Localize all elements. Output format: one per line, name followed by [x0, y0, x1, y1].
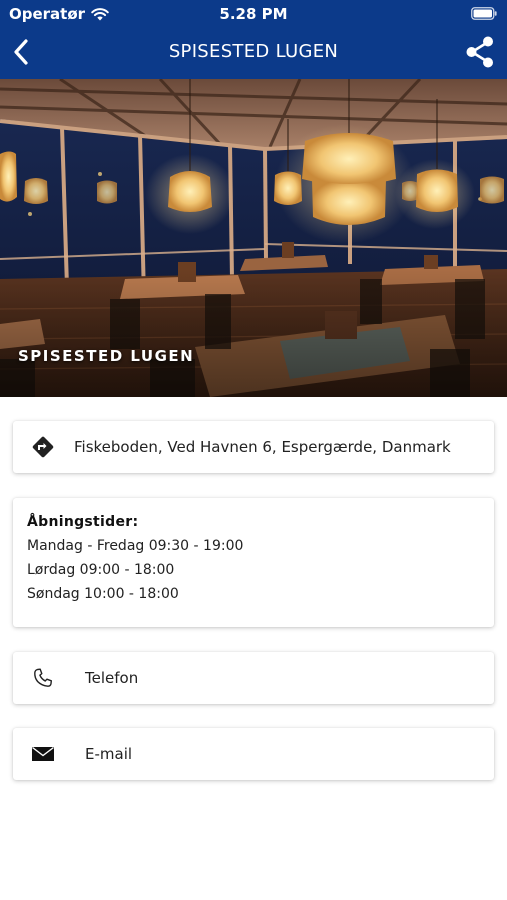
- page-title: SPISESTED LUGEN: [168, 41, 339, 62]
- navigation-bar: SPISESTED LUGEN: [0, 30, 507, 76]
- hero-caption: SPISESTED LUGEN: [18, 347, 195, 365]
- app-header: Operatør 5.28 PM SPISESTED LUGEN: [0, 0, 507, 79]
- email-label: E-mail: [85, 745, 133, 763]
- status-bar: Operatør 5.28 PM: [0, 0, 507, 30]
- battery-icon: [471, 7, 497, 20]
- opening-hours-card: Åbningstider: Mandag - Fredag 09:30 - 19…: [13, 498, 494, 627]
- status-time: 5.28 PM: [219, 5, 288, 23]
- back-button[interactable]: [6, 34, 36, 70]
- share-icon: [466, 36, 493, 68]
- restaurant-photo: SPISESTED LUGEN: [0, 79, 507, 397]
- phone-button[interactable]: Telefon: [13, 652, 494, 704]
- mail-icon: [27, 742, 59, 766]
- address-text: Fiskeboden, Ved Havnen 6, Espergærde, Da…: [74, 438, 451, 456]
- email-button[interactable]: E-mail: [13, 728, 494, 780]
- chevron-left-icon: [14, 39, 28, 65]
- opening-hours-weekdays: Mandag - Fredag 09:30 - 19:00: [27, 538, 244, 554]
- opening-hours-sunday: Søndag 10:00 - 18:00: [27, 586, 179, 602]
- opening-hours-title: Åbningstider:: [27, 514, 139, 530]
- phone-label: Telefon: [85, 669, 139, 687]
- opening-hours-saturday: Lørdag 09:00 - 18:00: [27, 562, 175, 578]
- directions-icon: [27, 435, 59, 459]
- address-card[interactable]: Fiskeboden, Ved Havnen 6, Espergærde, Da…: [13, 421, 494, 473]
- share-button[interactable]: [463, 34, 497, 70]
- phone-icon: [27, 666, 59, 690]
